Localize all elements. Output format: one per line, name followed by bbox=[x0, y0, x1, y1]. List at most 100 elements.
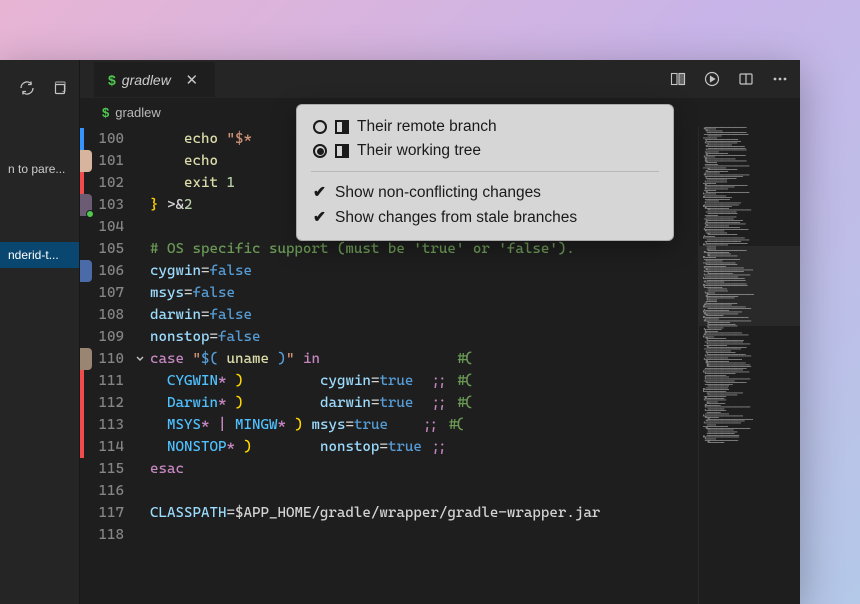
collapse-all-icon[interactable] bbox=[47, 76, 71, 100]
code-line[interactable]: 105 # OS specific support (must be 'true'… bbox=[88, 238, 698, 260]
minimap-slider[interactable] bbox=[699, 246, 800, 326]
tab-bar-actions bbox=[666, 67, 792, 91]
code-content: NONSTOP* ) nonstop=true ;; bbox=[150, 436, 698, 458]
menu-item[interactable]: Their working tree bbox=[297, 139, 673, 163]
check-icon: ✔ bbox=[313, 208, 327, 227]
code-content: esac bbox=[150, 458, 698, 480]
line-number: 117 bbox=[88, 502, 130, 524]
fold-gutter bbox=[130, 414, 150, 436]
code-line[interactable]: 117 CLASSPATH=$APP_HOME/gradle/wrapper/gr… bbox=[88, 502, 698, 524]
radio-icon bbox=[313, 120, 327, 134]
line-number: 102 bbox=[88, 172, 130, 194]
code-content: case "$( uname )" in #( bbox=[150, 348, 698, 370]
radio-icon bbox=[313, 144, 327, 158]
fold-gutter bbox=[130, 150, 150, 172]
tab-bar: $ gradlew ✕ bbox=[80, 60, 800, 98]
menu-separator bbox=[311, 171, 659, 172]
menu-item[interactable]: ✔ Show non-conflicting changes bbox=[297, 180, 673, 205]
fold-gutter bbox=[130, 282, 150, 304]
line-number: 112 bbox=[88, 392, 130, 414]
code-content: cygwin=false bbox=[150, 260, 698, 282]
more-actions-icon[interactable] bbox=[768, 67, 792, 91]
line-number: 100 bbox=[88, 128, 130, 150]
fold-gutter bbox=[130, 436, 150, 458]
line-number: 105 bbox=[88, 238, 130, 260]
fold-gutter[interactable] bbox=[130, 348, 150, 370]
fold-gutter bbox=[130, 458, 150, 480]
code-content: darwin=false bbox=[150, 304, 698, 326]
code-content bbox=[150, 480, 698, 502]
code-content: Darwin* ) darwin=true ;; #( bbox=[150, 392, 698, 414]
line-number: 104 bbox=[88, 216, 130, 238]
run-icon[interactable] bbox=[700, 67, 724, 91]
code-line[interactable]: 111 CYGWIN* ) cygwin=true ;; #( bbox=[88, 370, 698, 392]
presence-avatar[interactable] bbox=[80, 260, 92, 282]
presence-avatar[interactable] bbox=[80, 194, 92, 216]
code-line[interactable]: 109nonstop=false bbox=[88, 326, 698, 348]
tab-gradlew[interactable]: $ gradlew ✕ bbox=[94, 62, 215, 97]
change-indicator bbox=[80, 392, 84, 414]
line-number: 118 bbox=[88, 524, 130, 546]
fold-gutter bbox=[130, 326, 150, 348]
change-indicator bbox=[80, 414, 84, 436]
menu-item-label: Show non-conflicting changes bbox=[335, 184, 541, 202]
line-number: 113 bbox=[88, 414, 130, 436]
compare-changes-icon[interactable] bbox=[666, 67, 690, 91]
fold-gutter bbox=[130, 392, 150, 414]
code-line[interactable]: 112 Darwin* ) darwin=true ;; #( bbox=[88, 392, 698, 414]
code-line[interactable]: 108darwin=false bbox=[88, 304, 698, 326]
code-line[interactable]: 110 case "$( uname )" in #( bbox=[88, 348, 698, 370]
presence-online-dot bbox=[86, 210, 94, 218]
fold-gutter bbox=[130, 502, 150, 524]
code-content: msys=false bbox=[150, 282, 698, 304]
menu-item[interactable]: Their remote branch bbox=[297, 115, 673, 139]
line-number: 107 bbox=[88, 282, 130, 304]
line-number: 115 bbox=[88, 458, 130, 480]
code-content: # OS specific support (must be 'true' or… bbox=[150, 238, 698, 260]
change-indicator bbox=[80, 370, 84, 392]
presence-gutter bbox=[80, 126, 88, 604]
change-indicator bbox=[80, 436, 84, 458]
check-icon: ✔ bbox=[313, 183, 327, 202]
fold-gutter bbox=[130, 304, 150, 326]
close-icon[interactable]: ✕ bbox=[183, 71, 201, 89]
menu-item-label: Show changes from stale branches bbox=[335, 209, 577, 227]
line-number: 110 bbox=[88, 348, 130, 370]
line-number: 114 bbox=[88, 436, 130, 458]
line-number: 111 bbox=[88, 370, 130, 392]
presence-avatar[interactable] bbox=[80, 150, 92, 172]
code-line[interactable]: 118 bbox=[88, 524, 698, 546]
fold-gutter bbox=[130, 128, 150, 150]
menu-item-label: Their working tree bbox=[357, 142, 481, 160]
line-number: 103 bbox=[88, 194, 130, 216]
minimap[interactable]: ▄▄▄▄▄▄▄▄▄▄▄▄▄▄▄▄▄▄▄▄▄▄▄▄▄▄▄▄▄▄▄▄▄▄▄▄▄▄▄▄… bbox=[698, 126, 800, 604]
code-content: MSYS* | MINGW* ) msys=true ;; #( bbox=[150, 414, 698, 436]
code-content: CYGWIN* ) cygwin=true ;; #( bbox=[150, 370, 698, 392]
code-line[interactable]: 114 NONSTOP* ) nonstop=true ;; bbox=[88, 436, 698, 458]
fold-gutter bbox=[130, 260, 150, 282]
code-line[interactable]: 106 cygwin=false bbox=[88, 260, 698, 282]
line-number: 106 bbox=[88, 260, 130, 282]
fold-gutter bbox=[130, 480, 150, 502]
refresh-icon[interactable] bbox=[15, 76, 39, 100]
diff-options-menu: Their remote branch Their working tree ✔ Sh… bbox=[296, 104, 674, 241]
fold-gutter bbox=[130, 172, 150, 194]
code-line[interactable]: 116 bbox=[88, 480, 698, 502]
change-indicator bbox=[80, 128, 84, 150]
code-line[interactable]: 115 esac bbox=[88, 458, 698, 480]
activity-bar: n to pare... nderid-t... bbox=[0, 60, 80, 604]
diff-glyph-icon bbox=[335, 120, 349, 134]
tab-label: gradlew bbox=[122, 72, 171, 88]
code-line[interactable]: 113 MSYS* | MINGW* ) msys=true ;; #( bbox=[88, 414, 698, 436]
sidebar-item[interactable]: nderid-t... bbox=[0, 242, 79, 268]
change-indicator bbox=[80, 172, 84, 194]
line-number: 101 bbox=[88, 150, 130, 172]
presence-avatar[interactable] bbox=[80, 348, 92, 370]
shell-file-icon: $ bbox=[108, 72, 116, 88]
sidebar-item[interactable]: n to pare... bbox=[0, 156, 79, 182]
code-content: CLASSPATH=$APP_HOME/gradle/wrapper/gradl… bbox=[150, 502, 698, 524]
code-content: nonstop=false bbox=[150, 326, 698, 348]
split-editor-icon[interactable] bbox=[734, 67, 758, 91]
menu-item[interactable]: ✔ Show changes from stale branches bbox=[297, 205, 673, 230]
code-line[interactable]: 107 msys=false bbox=[88, 282, 698, 304]
